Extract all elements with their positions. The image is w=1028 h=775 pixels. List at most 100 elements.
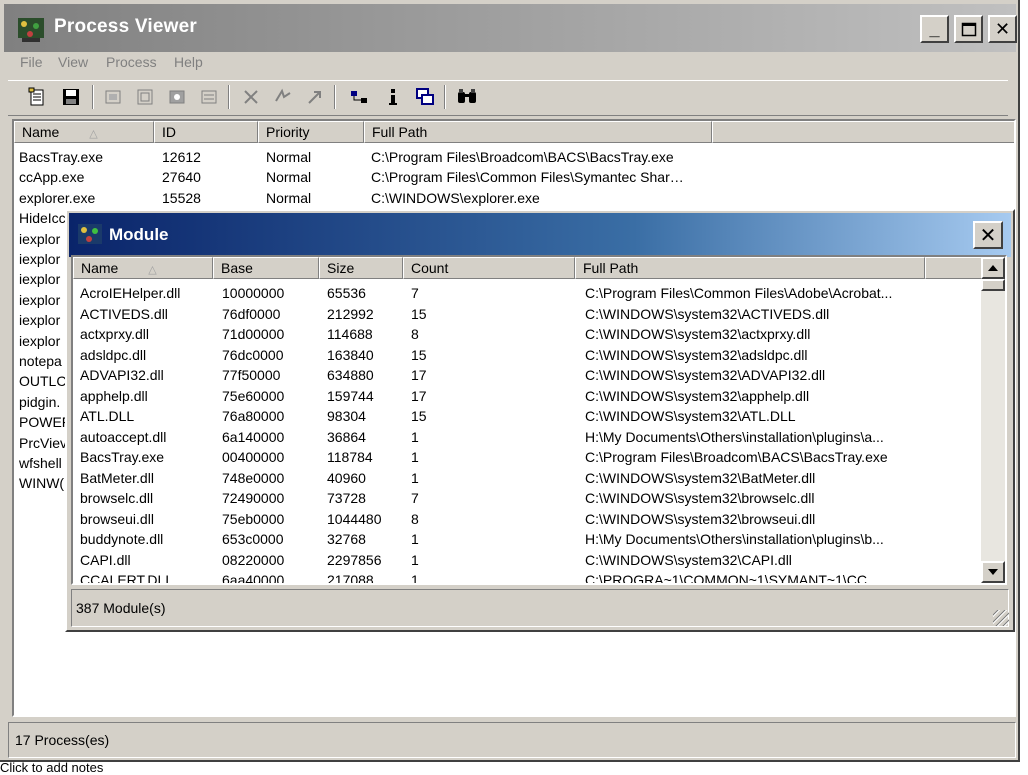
module-cell-size[interactable]: 118784 (327, 447, 373, 467)
scroll-up-button[interactable] (981, 257, 1005, 279)
module-cell-base[interactable]: 653c0000 (222, 529, 284, 549)
module-cell-path[interactable]: H:\My Documents\Others\installation\plug… (585, 529, 884, 549)
column-header-base[interactable]: Base (213, 257, 319, 279)
module-cell-path[interactable]: C:\WINDOWS\system32\apphelp.dll (585, 386, 809, 406)
module-cell-size[interactable]: 40960 (327, 468, 366, 488)
module-cell-base[interactable]: 10000000 (222, 283, 284, 303)
module-cell-base[interactable]: 75e60000 (222, 386, 284, 406)
module-cell-name[interactable]: CAPI.dll (80, 550, 131, 570)
module-cell-size[interactable]: 73728 (327, 488, 366, 508)
menu-file[interactable]: File (20, 54, 43, 70)
module-cell-path[interactable]: C:\Program Files\Broadcom\BACS\BacsTray.… (585, 447, 888, 467)
module-cell-base[interactable]: 77f50000 (222, 365, 280, 385)
column-header-id[interactable]: ID (154, 121, 258, 143)
priority-icon[interactable] (272, 86, 294, 108)
process-cell-name[interactable]: notepa (19, 351, 62, 371)
scroll-down-button[interactable] (981, 561, 1005, 583)
properties-icon[interactable] (198, 86, 220, 108)
module-cell-name[interactable]: BacsTray.exe (80, 447, 164, 467)
process-cell-name[interactable]: iexplor (19, 310, 60, 330)
module-cell-path[interactable]: C:\WINDOWS\system32\browseui.dll (585, 509, 815, 529)
process-cell-name[interactable]: PrcViev (19, 433, 67, 453)
module-cell-count[interactable]: 8 (411, 509, 419, 529)
new-icon[interactable] (26, 86, 48, 108)
module-cell-name[interactable]: buddynote.dll (80, 529, 163, 549)
process-cell-priority[interactable]: Normal (266, 147, 311, 167)
module-cell-name[interactable]: ATL.DLL (80, 406, 134, 426)
process-cell-name[interactable]: iexplor (19, 290, 60, 310)
menu-process[interactable]: Process (106, 54, 157, 70)
notes-placeholder[interactable]: Click to add notes (0, 760, 103, 775)
process-cell-name[interactable]: ccApp.exe (19, 167, 84, 187)
minimize-button[interactable]: _ (920, 15, 949, 43)
column-header-size[interactable]: Size (319, 257, 403, 279)
process-cell-name[interactable]: wfshell (19, 453, 62, 473)
column-header-name[interactable]: Name △ (14, 121, 154, 143)
module-cell-path[interactable]: C:\PROGRA~1\COMMON~1\SYMANT~1\CC... (585, 570, 879, 583)
process-cell-name[interactable]: HideIcc (19, 208, 66, 228)
windows-icon[interactable] (414, 86, 436, 108)
resize-grip-icon[interactable] (993, 610, 1009, 626)
module-cell-path[interactable]: C:\WINDOWS\system32\ACTIVEDS.dll (585, 304, 829, 324)
process-cell-name[interactable]: iexplor (19, 229, 60, 249)
module-cell-path[interactable]: C:\WINDOWS\system32\adsldpc.dll (585, 345, 808, 365)
module-cell-base[interactable]: 71d00000 (222, 324, 284, 344)
module-cell-count[interactable]: 1 (411, 468, 419, 488)
scroll-thumb[interactable] (981, 279, 1005, 291)
module-cell-size[interactable]: 212992 (327, 304, 374, 324)
module-cell-size[interactable]: 217088 (327, 570, 374, 583)
module-cell-path[interactable]: C:\Program Files\Common Files\Adobe\Acro… (585, 283, 892, 303)
process-cell-name[interactable]: POWEF (19, 412, 70, 432)
module-cell-base[interactable]: 08220000 (222, 550, 284, 570)
module-cell-name[interactable]: AcroIEHelper.dll (80, 283, 180, 303)
module-cell-path[interactable]: C:\WINDOWS\system32\ATL.DLL (585, 406, 796, 426)
module-cell-count[interactable]: 1 (411, 570, 419, 583)
module-cell-name[interactable]: adsldpc.dll (80, 345, 146, 365)
module-close-button[interactable]: ✕ (973, 221, 1003, 249)
process-cell-priority[interactable]: Normal (266, 188, 311, 208)
module-cell-name[interactable]: apphelp.dll (80, 386, 148, 406)
process-cell-name[interactable]: BacsTray.exe (19, 147, 103, 167)
module-cell-name[interactable]: ADVAPI32.dll (80, 365, 164, 385)
module-cell-size[interactable]: 114688 (327, 324, 373, 344)
process-cell-path[interactable]: C:\Program Files\Common Files\Symantec S… (371, 167, 684, 187)
module-cell-size[interactable]: 98304 (327, 406, 366, 426)
module-cell-base[interactable]: 75eb0000 (222, 509, 284, 529)
module-cell-size[interactable]: 159744 (327, 386, 374, 406)
column-header-full-path[interactable]: Full Path (575, 257, 925, 279)
module-cell-count[interactable]: 7 (411, 283, 419, 303)
module-cell-count[interactable]: 17 (411, 386, 427, 406)
module-cell-name[interactable]: browseui.dll (80, 509, 154, 529)
module-cell-name[interactable]: ACTIVEDS.dll (80, 304, 168, 324)
module-cell-path[interactable]: C:\WINDOWS\system32\ADVAPI32.dll (585, 365, 825, 385)
vertical-scrollbar[interactable] (981, 257, 1005, 583)
process-cell-name[interactable]: WINW( (19, 473, 64, 493)
process-cell-name[interactable]: iexplor (19, 249, 60, 269)
module-cell-size[interactable]: 163840 (327, 345, 374, 365)
menu-help[interactable]: Help (174, 54, 203, 70)
save-icon[interactable] (60, 86, 82, 108)
module-cell-count[interactable]: 15 (411, 406, 427, 426)
module-cell-base[interactable]: 76dc0000 (222, 345, 284, 365)
module-cell-count[interactable]: 15 (411, 345, 427, 365)
process-cell-id[interactable]: 27640 (162, 167, 201, 187)
module-cell-base[interactable]: 76a80000 (222, 406, 284, 426)
process-cell-name[interactable]: explorer.exe (19, 188, 95, 208)
module-cell-name[interactable]: browselc.dll (80, 488, 153, 508)
module-cell-base[interactable]: 6a140000 (222, 427, 284, 447)
column-header-count[interactable]: Count (403, 257, 575, 279)
process-cell-name[interactable]: iexplor (19, 269, 60, 289)
maximize-button[interactable] (954, 15, 983, 43)
menu-view[interactable]: View (58, 54, 88, 70)
process-cell-id[interactable]: 15528 (162, 188, 201, 208)
module-cell-path[interactable]: C:\WINDOWS\system32\CAPI.dll (585, 550, 792, 570)
module-cell-count[interactable]: 1 (411, 550, 419, 570)
column-header-full-path[interactable]: Full Path (364, 121, 712, 143)
module-cell-base[interactable]: 76df0000 (222, 304, 280, 324)
module-cell-count[interactable]: 1 (411, 529, 419, 549)
process-cell-name[interactable]: pidgin. (19, 392, 60, 412)
close-button[interactable]: ✕ (988, 15, 1017, 43)
module-cell-path[interactable]: C:\WINDOWS\system32\actxprxy.dll (585, 324, 810, 344)
module-cell-count[interactable]: 8 (411, 324, 419, 344)
module-cell-base[interactable]: 6aa40000 (222, 570, 284, 583)
